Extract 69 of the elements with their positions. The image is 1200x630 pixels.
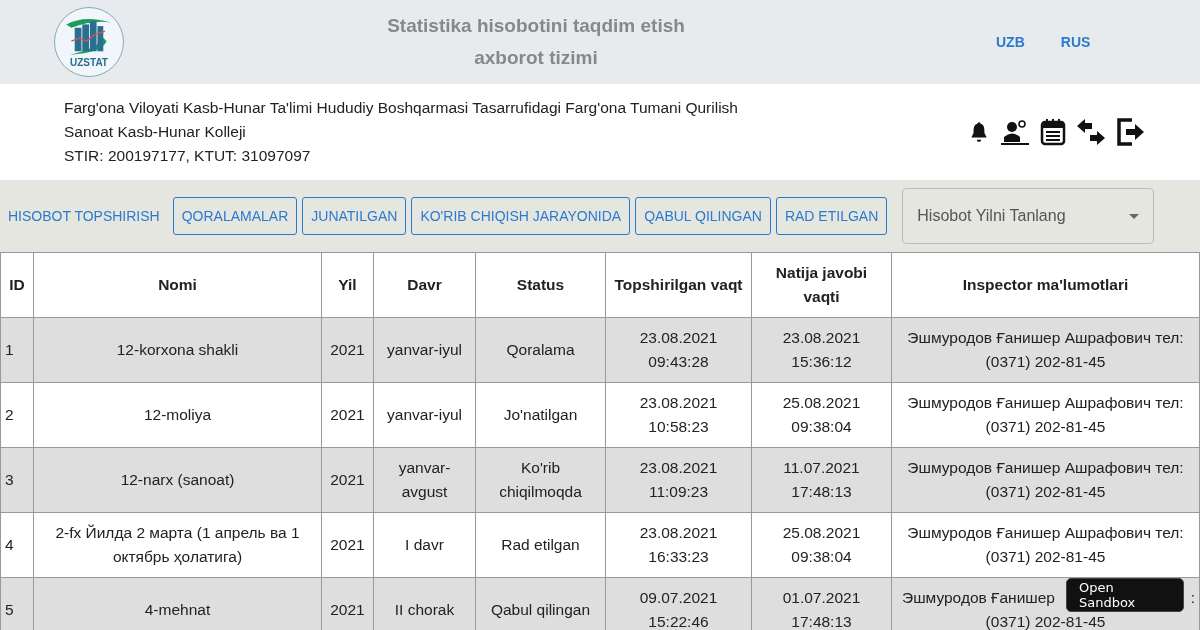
table-cell-text: (0371) 202-81-45: [985, 612, 1106, 630]
table-cell: 1: [0, 317, 34, 383]
filter-button[interactable]: JUNATILGAN: [302, 197, 407, 235]
filter-button[interactable]: KO'RIB CHIQISH JARAYONIDA: [411, 197, 631, 235]
table-cell-text: :: [1190, 588, 1195, 608]
calendar-icon[interactable]: [1040, 118, 1066, 146]
table-cell: Jo'natilgan: [475, 382, 606, 448]
table-cell: Эшмуродов Ғанишер Ашрафович тел: (0371) 202-81-45: [891, 317, 1200, 383]
table-cell: 5: [0, 577, 34, 630]
table-cell-text: Эшмуродов Ғанишер: [901, 588, 1055, 608]
column-header: Topshirilgan vaqt: [605, 252, 752, 318]
table-cell: 2021: [321, 577, 374, 630]
table-cell: 09.07.2021 15:22:46: [605, 577, 752, 630]
table-cell: 2021: [321, 382, 374, 448]
table-cell: 2021: [321, 512, 374, 578]
table-cell: 12-moliya: [33, 382, 322, 448]
column-header: Yil: [321, 252, 374, 318]
table-cell: 23.08.2021 16:33:23: [605, 512, 752, 578]
year-select[interactable]: Hisobot Yilni Tanlang: [902, 188, 1155, 244]
caret-icon: [1129, 213, 1140, 219]
organization-ids: STIR: 200197177, KTUT: 31097097: [64, 146, 312, 166]
table-cell: 2-fx Йилда 2 марта (1 апрель ва 1 октябрь ҳолатига): [33, 512, 322, 578]
table-cell: 25.08.2021 09:38:04: [751, 512, 892, 578]
table-cell: 23.08.2021 09:43:28: [605, 317, 752, 383]
table-cell: Qoralama: [475, 317, 606, 383]
swap-arrows-icon[interactable]: [1076, 117, 1106, 147]
filter-button[interactable]: RAD ETILGAN: [775, 197, 888, 235]
section-link[interactable]: HISOBOT TOPSHIRISH: [8, 208, 160, 224]
table-cell: Эшмуродов Ғанишер Ашрафович тел: (0371) 202-81-45: [891, 447, 1200, 513]
language-link[interactable]: RUS: [1060, 34, 1091, 50]
table-cell: 12-korxona shakli: [33, 317, 322, 383]
table-cell: 23.08.2021 11:09:23: [605, 447, 752, 513]
table-cell: 01.07.2021 17:48:13: [751, 577, 892, 630]
table-cell: Эшмуродов Ғанишер Ашрафович тел: (0371) 202-81-45: [891, 512, 1200, 578]
table-cell: 25.08.2021 09:38:04: [751, 382, 892, 448]
table-cell: I davr: [373, 512, 476, 578]
table-cell: Ko'rib chiqilmoqda: [475, 447, 606, 513]
table-cell: Rad etilgan: [475, 512, 606, 578]
column-header: Natija javobi vaqti: [751, 252, 892, 318]
app-title: Statistika hisobotini taqdim etish axborot tizimi: [386, 14, 686, 70]
language-link[interactable]: UZB: [996, 34, 1025, 50]
uzstat-logo: UZSTAT: [54, 7, 124, 77]
logout-icon[interactable]: [1116, 118, 1146, 146]
column-header: Inspector ma'lumotlari: [891, 252, 1200, 318]
table-cell: yanvar-iyul: [373, 317, 476, 383]
filter-button[interactable]: QABUL QILINGAN: [635, 197, 771, 235]
organization-name: Farg'ona Viloyati Kasb-Hunar Ta'limi Hududiy Boshqarmasi Tasarrufidagi Farg'ona Tumani Qurilish Sanoat Kasb-Hunar Kolleji: [64, 98, 739, 142]
table-cell: 23.08.2021 15:36:12: [751, 317, 892, 383]
table-cell: 23.08.2021 10:58:23: [605, 382, 752, 448]
table-cell: Qabul qilingan: [475, 577, 606, 630]
table-cell: 2021: [321, 317, 374, 383]
filter-button[interactable]: QORALAMALAR: [172, 197, 298, 235]
table-cell: yanvar-iyul: [373, 382, 476, 448]
person-gear-icon[interactable]: [1000, 118, 1030, 146]
column-header: ID: [0, 252, 34, 318]
table-cell: 2021: [321, 447, 374, 513]
table-cell: Эшмуродов Ғанишер Ашрафович тел: (0371) 202-81-45: [891, 382, 1200, 448]
table-cell: 4: [0, 512, 34, 578]
table-cell: II chorak: [373, 577, 476, 630]
table-cell: 3: [0, 447, 34, 513]
table-cell: 4-mehnat: [33, 577, 322, 630]
column-header: Davr: [373, 252, 476, 318]
table-cell: 2: [0, 382, 34, 448]
column-header: Status: [475, 252, 606, 318]
open-sandbox-button[interactable]: Open Sandbox: [1066, 578, 1184, 612]
table-cell: yanvar-avgust: [373, 447, 476, 513]
column-header: Nomi: [33, 252, 322, 318]
table-cell: 12-narx (sanoat): [33, 447, 322, 513]
table-cell: 11.07.2021 17:48:13: [751, 447, 892, 513]
